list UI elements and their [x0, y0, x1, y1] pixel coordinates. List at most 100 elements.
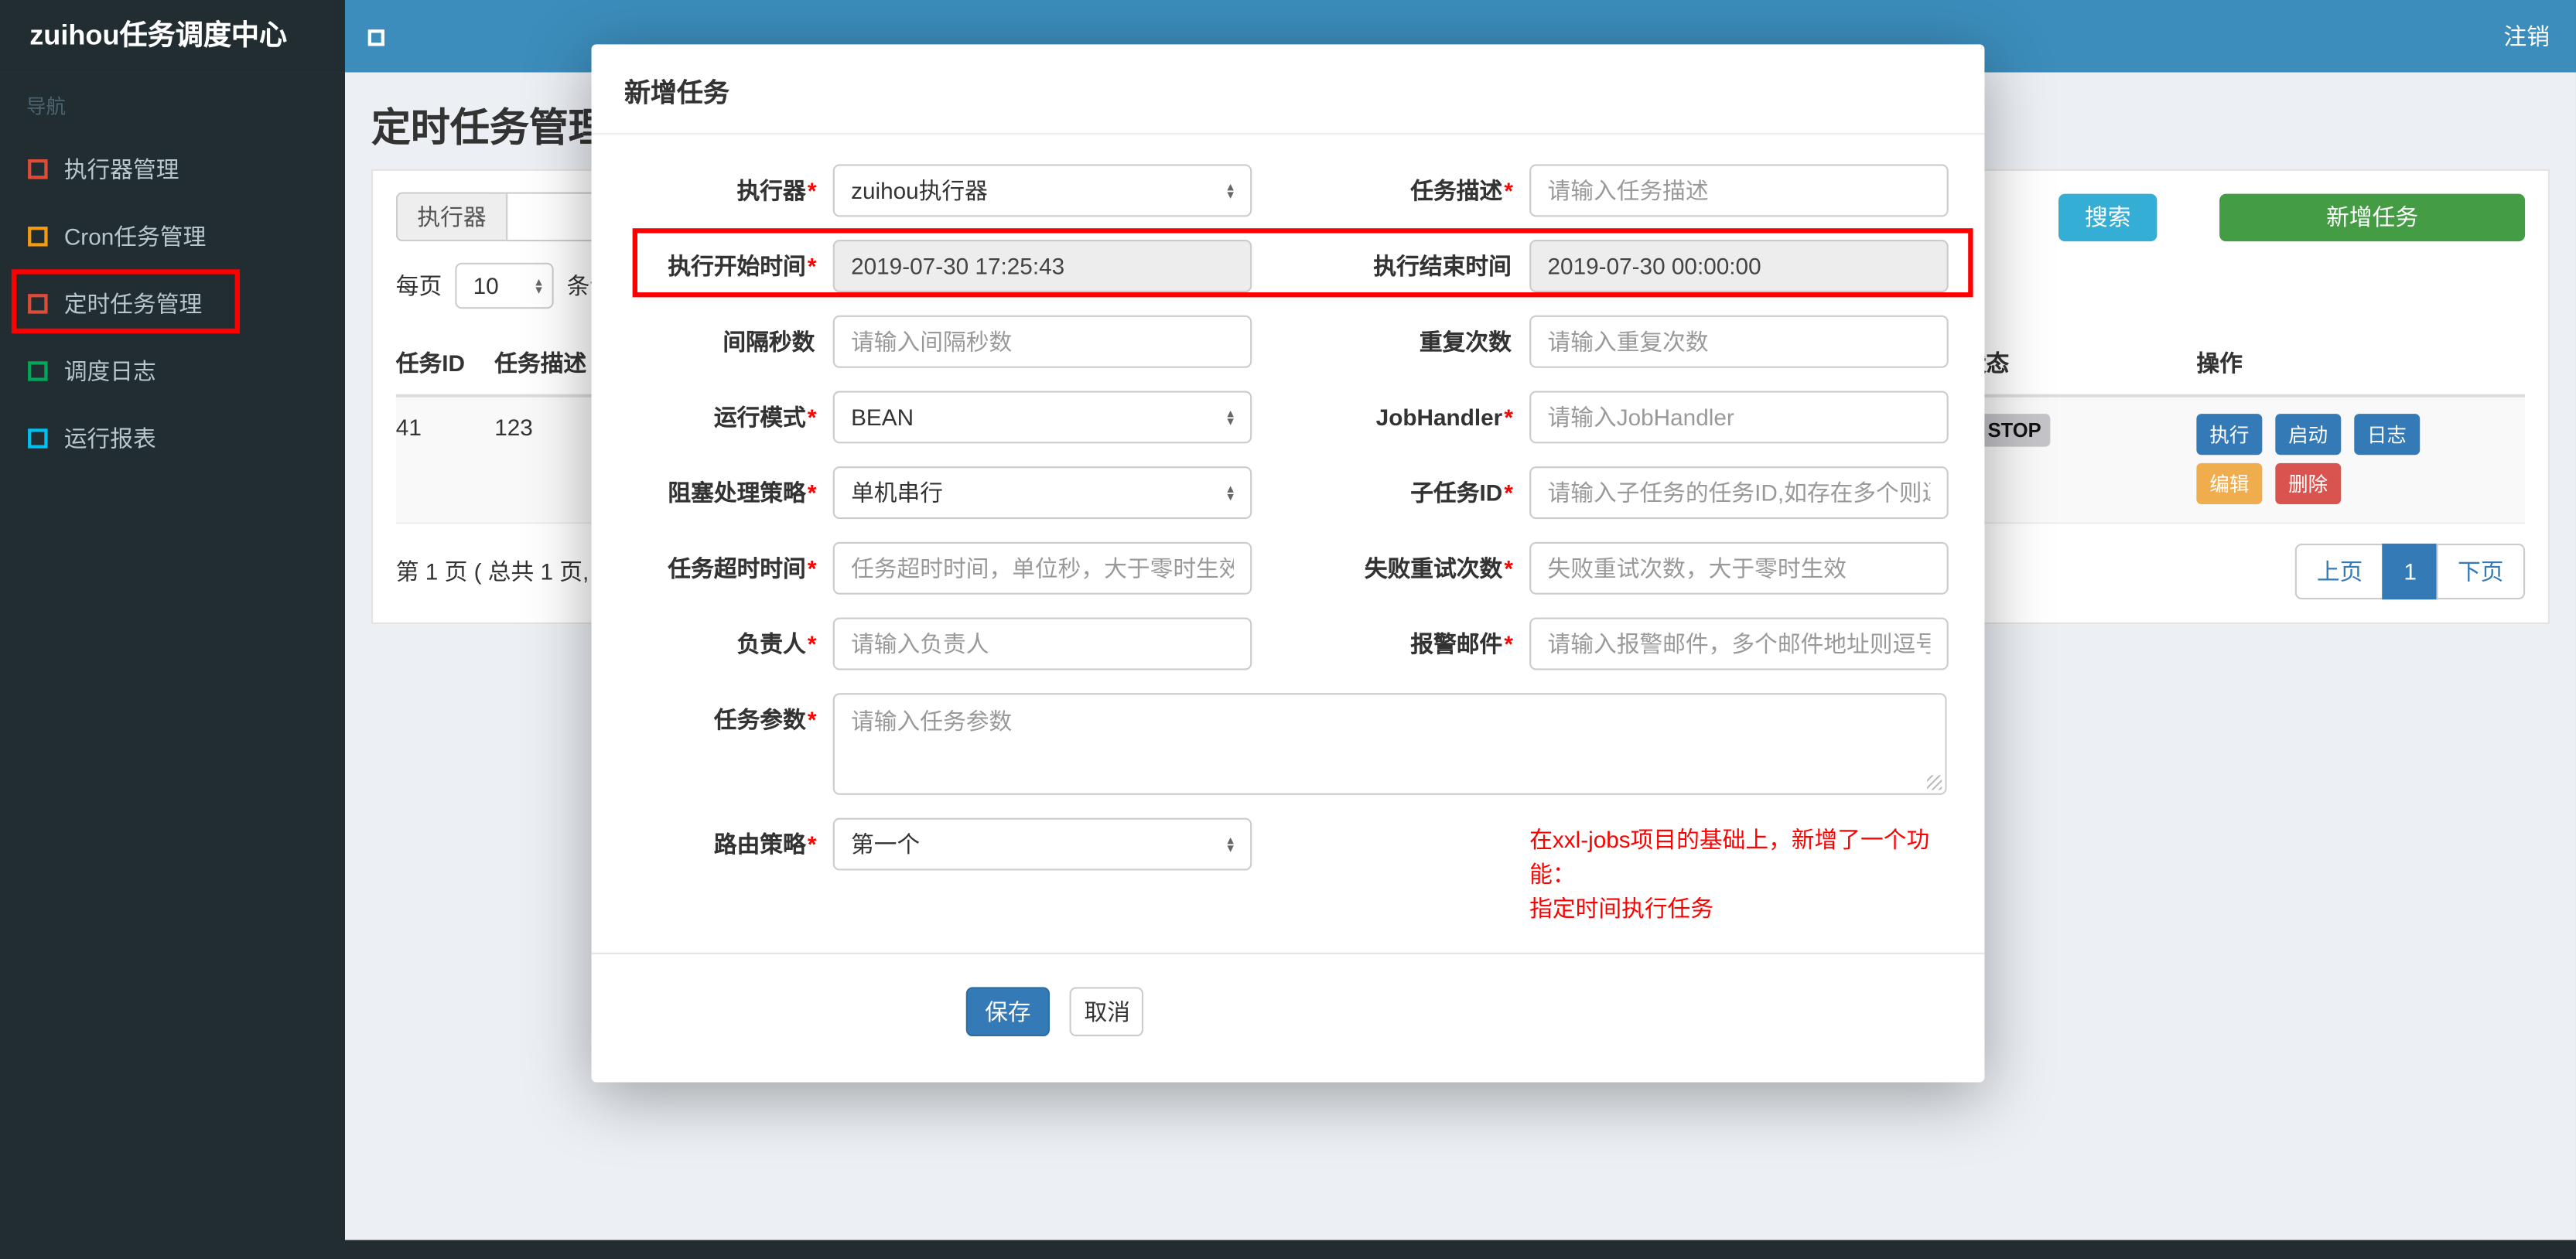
per-page-select[interactable]: 10 ▴ ▾	[455, 262, 554, 309]
owner-label: 负责人 *	[736, 630, 817, 657]
form-row: 任务超时时间* 失败重试次数*	[592, 541, 1985, 595]
sidebar-item-label: 定时任务管理	[63, 289, 203, 316]
col-header-status: 状态	[1963, 350, 2010, 377]
prev-page-button[interactable]: 上页	[2295, 543, 2384, 600]
menu-icon	[367, 29, 384, 46]
col-header-action: 操作	[2196, 350, 2243, 377]
delete-button[interactable]: 删除	[2275, 462, 2342, 504]
form-row: 间隔秒数 重复次数	[592, 315, 1985, 368]
current-page-button[interactable]: 1	[2382, 543, 2438, 600]
modal-actions: 保存 取消	[591, 952, 1985, 1037]
edit-button[interactable]: 编辑	[2196, 462, 2263, 504]
select-arrows-icon: ▴ ▾	[1227, 179, 1234, 203]
task-params-wrap	[832, 693, 1947, 795]
search-button[interactable]: 搜索	[2058, 193, 2157, 241]
sidebar-item-label: 执行器管理	[63, 155, 179, 182]
executor-select[interactable]: zuihou执行器 ▴ ▾	[832, 164, 1252, 217]
repeat-count-label: 重复次数	[1419, 328, 1512, 355]
cell-actions: 执行 启动 日志 编辑 删除	[2196, 414, 2525, 512]
task-desc-input[interactable]	[1529, 164, 1949, 217]
add-task-modal: 新增任务 执行器* zuihou执行器 ▴▾ 任务描述* 执行开始时间* 执行结…	[591, 44, 1985, 1083]
start-time-label: 执行开始时间 *	[668, 253, 817, 280]
square-icon	[28, 293, 48, 313]
block-strategy-label: 阻塞处理策略 *	[668, 479, 817, 507]
sidebar-item-label: 调度日志	[63, 357, 156, 384]
form-row: 执行器 * zuihou执行器 ▴ ▾ 任务描述 *	[592, 164, 1985, 217]
task-params-label: 任务参数 *	[713, 706, 817, 733]
route-strategy-label: 路由策略 *	[713, 831, 817, 858]
per-page-value: 10	[473, 272, 499, 299]
form-row: 任务参数 *	[592, 693, 1985, 795]
sidebar-item-run-report[interactable]: 运行报表	[0, 404, 345, 471]
jobhandler-label: JobHandler *	[1375, 404, 1513, 431]
child-task-label: 子任务ID *	[1410, 479, 1513, 507]
feature-note-line2: 指定时间执行任务	[1529, 895, 1714, 922]
sidebar-item-cron-task-management[interactable]: Cron任务管理	[0, 202, 345, 269]
interval-input[interactable]	[832, 315, 1252, 368]
square-icon	[28, 428, 48, 448]
select-arrows-icon: ▴ ▾	[1227, 832, 1234, 856]
alarm-email-label: 报警邮件 *	[1410, 630, 1513, 657]
retry-count-input[interactable]	[1529, 541, 1949, 595]
cell-task-id: 41	[395, 414, 422, 441]
executor-label: 执行器 *	[736, 177, 817, 204]
feature-note-line1: 在xxl-jobs项目的基础上，新增了一个功能：	[1529, 826, 1930, 887]
per-page-label: 每页	[395, 272, 442, 299]
logout-link[interactable]: 注销	[2504, 0, 2550, 72]
modal-title: 新增任务	[591, 44, 1985, 135]
save-button[interactable]: 保存	[965, 987, 1051, 1037]
task-desc-label: 任务描述 *	[1410, 177, 1513, 204]
feature-note: 在xxl-jobs项目的基础上，新增了一个功能： 指定时间执行任务	[1529, 818, 1959, 926]
form-row: 运行模式 * BEAN ▴ ▾ JobHandler *	[592, 391, 1985, 444]
sidebar-item-label: 运行报表	[63, 424, 156, 451]
run-mode-label: 运行模式 *	[713, 404, 817, 431]
resize-handle-icon[interactable]	[1927, 775, 1942, 790]
col-header-task-id: 任务ID	[395, 350, 466, 377]
modal-body: 执行器* zuihou执行器 ▴▾ 任务描述* 执行开始时间* 执行结束时间 间…	[591, 135, 1985, 1037]
block-strategy-select[interactable]: 单机串行 ▴ ▾	[832, 466, 1252, 520]
task-params-textarea[interactable]	[832, 693, 1947, 795]
sidebar-item-label: Cron任务管理	[63, 222, 207, 249]
executor-filter-label: 执行器	[395, 192, 507, 242]
owner-input[interactable]	[832, 617, 1252, 670]
sidebar-item-executor-management[interactable]: 执行器管理	[0, 135, 345, 202]
pager: 上页 1 下页	[2295, 543, 2526, 600]
form-row: 负责人* 报警邮件*	[592, 617, 1985, 670]
repeat-count-input[interactable]	[1529, 315, 1949, 368]
route-strategy-select[interactable]: 第一个 ▴ ▾	[832, 817, 1252, 871]
sidebar-item-timed-task-management[interactable]: 定时任务管理	[0, 269, 345, 336]
cancel-button[interactable]: 取消	[1070, 987, 1145, 1037]
start-button[interactable]: 启动	[2275, 414, 2342, 455]
cell-status: STOP	[1963, 414, 2197, 512]
timeout-label: 任务超时时间 *	[668, 554, 817, 582]
jobhandler-input[interactable]	[1529, 391, 1949, 444]
app-brand[interactable]: zuihou任务调度中心	[0, 0, 345, 73]
add-task-button[interactable]: 新增任务	[2219, 193, 2526, 241]
start-time-input[interactable]	[832, 240, 1252, 293]
run-mode-select[interactable]: BEAN ▴ ▾	[832, 391, 1252, 444]
run-button[interactable]: 执行	[2196, 414, 2263, 455]
select-arrows-icon: ▴ ▾	[1227, 481, 1234, 504]
child-task-input[interactable]	[1529, 466, 1949, 520]
form-row: 执行开始时间* 执行结束时间	[592, 240, 1985, 293]
square-icon	[28, 158, 48, 179]
form-row: 阻塞处理策略 * 单机串行 ▴ ▾ 子任务ID *	[592, 466, 1985, 520]
end-time-label: 执行结束时间	[1373, 253, 1512, 280]
nav-section-label: 导航	[26, 95, 66, 118]
sidebar-item-dispatch-log[interactable]: 调度日志	[0, 336, 345, 404]
sidebar-toggle[interactable]	[367, 25, 411, 51]
select-arrows-icon: ▴ ▾	[1227, 405, 1234, 429]
select-arrows-icon: ▴ ▾	[535, 274, 542, 298]
pagination-summary: 第 1 页 ( 总共 1 页, 1	[395, 558, 609, 585]
alarm-email-input[interactable]	[1529, 617, 1949, 670]
timeout-input[interactable]	[832, 541, 1252, 595]
log-button[interactable]: 日志	[2353, 414, 2420, 455]
app: 注销 zuihou任务调度中心 导航 执行器管理 Cron任务管理 定时任务管理…	[0, 0, 2576, 1259]
interval-label: 间隔秒数	[723, 328, 815, 355]
next-page-button[interactable]: 下页	[2436, 543, 2526, 600]
retry-count-label: 失败重试次数 *	[1364, 554, 1513, 582]
square-icon	[28, 360, 48, 380]
sidebar: 导航 执行器管理 Cron任务管理 定时任务管理 调度日志 运行报表	[0, 72, 345, 1240]
end-time-input[interactable]	[1529, 240, 1949, 293]
square-icon	[28, 226, 48, 246]
